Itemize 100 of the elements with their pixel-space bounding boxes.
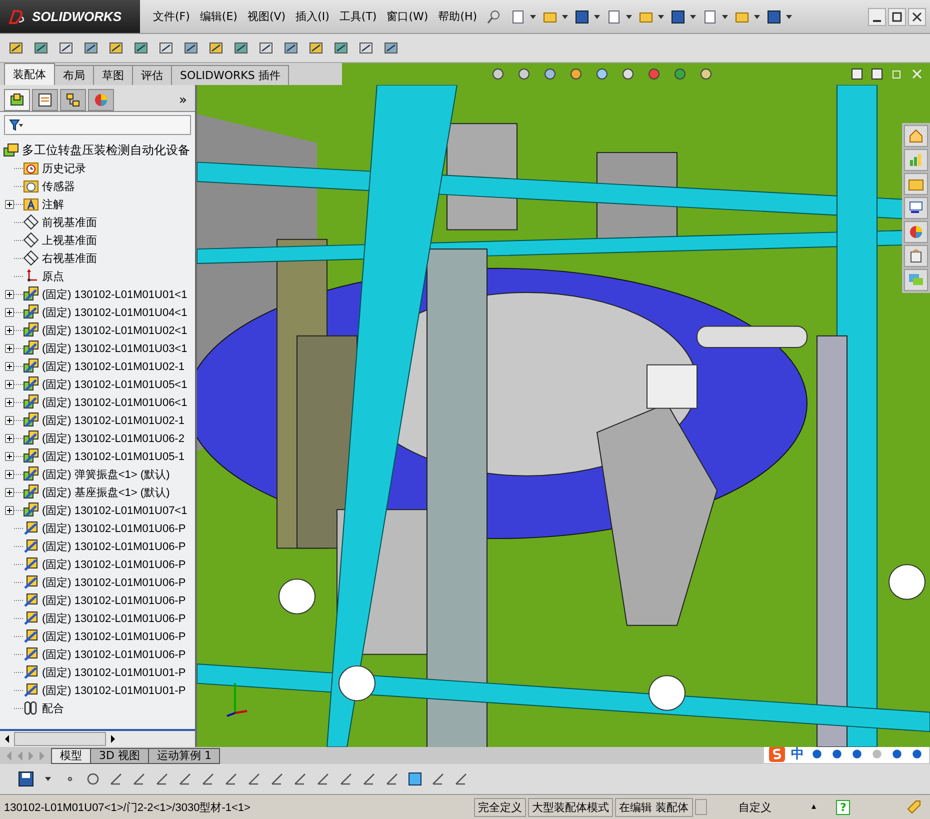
expand-toggle[interactable] [5, 416, 14, 424]
tree-item[interactable]: (固定) 130102-L01M01U07<1 [23, 502, 188, 518]
expand-toggle[interactable] [5, 200, 14, 208]
expand-toggle[interactable] [5, 326, 14, 334]
tree-icon [9, 92, 25, 108]
menu-item[interactable]: 工具(T) [338, 7, 378, 26]
expand-toggle[interactable] [5, 308, 14, 316]
pin-icon[interactable] [486, 8, 502, 24]
tree-item[interactable]: 多工位转盘压装检测自动化设备 [0, 141, 195, 159]
menu-item[interactable]: 帮助(H) [437, 7, 478, 26]
expand-toggle[interactable] [5, 506, 14, 514]
units-selector[interactable]: 自定义 [738, 800, 772, 814]
tree-item[interactable]: (固定) 130102-L01M01U06<1 [23, 394, 188, 410]
caret-icon[interactable] [658, 14, 664, 18]
expand-toggle[interactable] [5, 290, 14, 298]
tree-item[interactable]: 配合 [23, 700, 64, 716]
tree-item[interactable]: 传感器 [23, 178, 75, 194]
tree-item[interactable]: (固定) 130102-L01M01U01<1 [23, 286, 188, 302]
expand-toggle[interactable] [5, 452, 14, 460]
menu-item[interactable]: 视图(V) [246, 7, 287, 26]
menu-item[interactable]: 文件(F) [152, 7, 191, 26]
expand-toggle[interactable] [5, 344, 14, 352]
caret-icon[interactable] [45, 777, 51, 781]
tree-item[interactable]: 上视基准面 [23, 232, 97, 248]
tree-item[interactable]: 原点 [23, 268, 64, 284]
scroll-right-icon[interactable] [108, 734, 118, 744]
caret-icon[interactable] [722, 14, 728, 18]
tree-item[interactable]: (固定) 130102-L01M01U03<1 [23, 340, 188, 356]
tree-item[interactable]: 历史记录 [23, 160, 86, 176]
caret-icon[interactable] [690, 14, 696, 18]
tree-item[interactable]: (固定) 130102-L01M01U06-P [23, 610, 186, 626]
tree-item[interactable]: (固定) 130102-L01M01U06-2 [23, 430, 184, 446]
more-tabs-button[interactable]: » [175, 92, 191, 108]
property-icon [37, 92, 53, 108]
color-wheel-icon [908, 224, 924, 240]
tree-item[interactable]: (固定) 130102-L01M01U02-1 [23, 412, 184, 428]
tree-item[interactable]: (固定) 130102-L01M01U06-P [23, 538, 186, 554]
tree-item[interactable]: (固定) 130102-L01M01U06-P [23, 574, 186, 590]
selection-path: 130102-L01M01U07<1>/门2-2<1>/3030型材-1<1> [3, 800, 252, 814]
filter-field[interactable] [4, 115, 191, 135]
expand-toggle[interactable] [5, 488, 14, 496]
model-view-tab[interactable]: 3D 视图 [90, 748, 149, 764]
tree-item[interactable]: (固定) 130102-L01M01U05<1 [23, 376, 188, 392]
tree-item[interactable]: (固定) 130102-L01M01U06-P [23, 520, 186, 536]
command-tab[interactable]: SOLIDWORKS 插件 [171, 65, 290, 85]
status-text: 在编辑 装配体 [615, 798, 692, 816]
tree-item[interactable]: (固定) 130102-L01M01U02-1 [23, 358, 184, 374]
filter-icon [9, 119, 23, 131]
app-name: SOLIDWORKS [32, 9, 122, 24]
minimize-button[interactable] [868, 8, 886, 26]
close-button[interactable] [908, 8, 926, 26]
caret-icon[interactable] [530, 14, 536, 18]
tree-item[interactable]: (固定) 130102-L01M01U05-1 [23, 448, 184, 464]
caret-icon[interactable] [594, 14, 600, 18]
caret-icon[interactable] [786, 14, 792, 18]
expand-toggle[interactable] [5, 470, 14, 478]
task-pane-house-button[interactable] [904, 125, 928, 147]
tree-item[interactable]: (固定) 130102-L01M01U02<1 [23, 322, 188, 338]
expand-toggle[interactable] [5, 398, 14, 406]
task-pane-list-button[interactable] [904, 197, 928, 219]
model-view-tab[interactable]: 模型 [51, 748, 91, 764]
tree-item[interactable]: (固定) 弹簧振盘<1> (默认) [23, 466, 170, 482]
tree-item[interactable]: (固定) 130102-L01M01U06-P [23, 556, 186, 572]
restore-icon [891, 68, 903, 80]
input-mode-toggle[interactable]: 中 [791, 744, 804, 762]
configuration-tab[interactable] [60, 89, 86, 111]
expand-toggle[interactable] [5, 380, 14, 388]
expand-toggle[interactable] [5, 434, 14, 442]
tree-item[interactable]: 注解 [23, 196, 64, 212]
tree-item[interactable]: (固定) 130102-L01M01U06-P [23, 592, 186, 608]
tree-item[interactable]: (固定) 130102-L01M01U06-P [23, 628, 186, 644]
task-pane-document-button[interactable] [904, 245, 928, 267]
new-document-icon[interactable] [510, 8, 526, 24]
tree-item[interactable]: 前视基准面 [23, 214, 97, 230]
model-view-tab[interactable]: 运动算例 1 [148, 748, 220, 764]
circle-icon[interactable] [85, 771, 101, 787]
maximize-button[interactable] [888, 8, 906, 26]
document-icon [908, 248, 924, 264]
menu-item[interactable]: 窗口(W) [386, 7, 430, 26]
shaded-cube-icon[interactable] [407, 771, 423, 787]
status-text: 完全定义 [474, 798, 526, 816]
tree-item[interactable]: (固定) 基座振盘<1> (默认) [23, 484, 170, 500]
expand-toggle[interactable] [5, 362, 14, 370]
tree-item[interactable]: (固定) 130102-L01M01U01-P [23, 682, 186, 698]
horizontal-scrollbar[interactable] [0, 729, 195, 747]
tree-item[interactable]: 右视基准面 [23, 250, 97, 266]
task-pane-color-wheel-button[interactable] [904, 221, 928, 243]
caret-icon[interactable] [754, 14, 760, 18]
menu-item[interactable]: 编辑(E) [198, 7, 238, 26]
tree-item[interactable]: (固定) 130102-L01M01U01-P [23, 664, 186, 680]
caret-icon[interactable] [562, 14, 568, 18]
tree-item[interactable]: (固定) 130102-L01M01U04<1 [23, 304, 188, 320]
tree-tab[interactable] [4, 89, 30, 111]
property-tab[interactable] [32, 89, 58, 111]
caret-icon[interactable] [626, 14, 632, 18]
menu-item[interactable]: 插入(I) [294, 7, 330, 26]
command-tab[interactable]: 装配体 [4, 63, 55, 85]
units-arrow[interactable]: ▴ [812, 802, 816, 812]
tree-item[interactable]: (固定) 130102-L01M01U06-P [23, 646, 186, 662]
close-icon [911, 68, 923, 80]
